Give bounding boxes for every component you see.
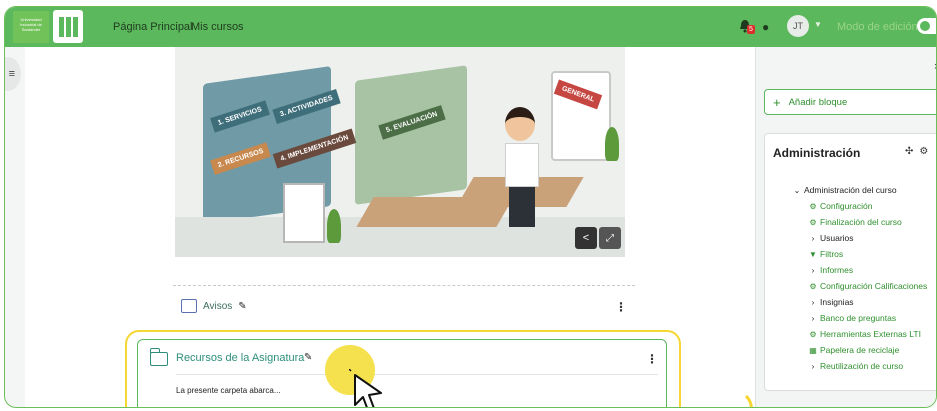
pencil-icon[interactable]: ✎ bbox=[304, 352, 312, 363]
banner-plant bbox=[605, 127, 619, 161]
section-divider bbox=[173, 285, 635, 286]
cursor-arrow-icon bbox=[349, 369, 382, 407]
notification-badge: 5 bbox=[747, 25, 755, 34]
admin-item-insignias[interactable]: › Insignias bbox=[793, 294, 927, 310]
filter-icon: ▼ bbox=[809, 249, 817, 259]
chevron-right-icon: › bbox=[811, 297, 815, 307]
admin-item-configuracion[interactable]: ⚙ Configuración bbox=[793, 198, 927, 214]
course-banner-image: 1. SERVICIOS 2. RECURSOS 3. ACTIVIDADES … bbox=[175, 47, 625, 257]
user-avatar[interactable]: JT bbox=[787, 15, 809, 37]
expand-icon[interactable]: ⤢ bbox=[599, 227, 621, 249]
uis-logo-mark bbox=[58, 16, 78, 37]
chevron-down-icon: ⌄ bbox=[793, 185, 801, 195]
share-icon[interactable]: < bbox=[575, 227, 597, 249]
banner-character bbox=[505, 107, 539, 227]
banner-panel bbox=[355, 65, 467, 205]
resource-title-link[interactable]: Recursos de la Asignatura bbox=[176, 352, 304, 364]
admin-item-usuarios[interactable]: › Usuarios bbox=[793, 230, 927, 246]
university-logo-text[interactable]: Universidad Industrial de Santander bbox=[13, 11, 49, 43]
course-index-toggle[interactable]: ≡ bbox=[5, 57, 21, 91]
gear-icon: ⚙ bbox=[809, 281, 817, 291]
menu-icon: ≡ bbox=[8, 68, 15, 80]
admin-item-course-admin[interactable]: ⌄ Administración del curso bbox=[793, 182, 927, 198]
admin-item-banco-preguntas[interactable]: › Banco de preguntas bbox=[793, 310, 927, 326]
admin-item-informes[interactable]: › Informes bbox=[793, 262, 927, 278]
uis-logo[interactable] bbox=[53, 10, 83, 43]
banner-plant bbox=[327, 209, 341, 243]
trash-icon: ▦ bbox=[809, 345, 817, 355]
chat-icon[interactable]: ● bbox=[762, 20, 769, 34]
edit-mode-toggle[interactable] bbox=[917, 18, 936, 34]
pencil-icon[interactable]: ✎ bbox=[238, 301, 246, 312]
edit-mode-label: Modo de edición bbox=[837, 21, 918, 33]
add-block-label: Añadir bloque bbox=[788, 96, 848, 108]
chevron-down-icon[interactable]: ▼ bbox=[814, 20, 822, 29]
banner-chart-board bbox=[283, 183, 325, 243]
admin-item-herramientas-lti[interactable]: ⚙ Herramientas Externas LTI bbox=[793, 326, 927, 342]
administration-block: Administración ✣ ⚙ ⌄ ⌄Administración del… bbox=[764, 133, 936, 391]
plus-icon: + bbox=[773, 94, 781, 110]
admin-item-papelera[interactable]: ▦ Papelera de reciclaje bbox=[793, 342, 927, 358]
nav-home-link[interactable]: Página Principal bbox=[113, 21, 193, 33]
folder-icon bbox=[150, 348, 168, 366]
chevron-right-icon: › bbox=[811, 233, 815, 243]
top-navbar: Universidad Industrial de Santander Pági… bbox=[5, 7, 936, 47]
activity-avisos-link[interactable]: Avisos bbox=[203, 301, 232, 312]
chevron-right-icon: › bbox=[811, 265, 815, 275]
block-drawer: × + Añadir bloque Administración ✣ ⚙ ⌄ ⌄… bbox=[755, 47, 936, 407]
block-tools: ✣ ⚙ ⌄ bbox=[905, 146, 936, 157]
admin-item-filtros[interactable]: ▼ Filtros bbox=[793, 246, 927, 262]
gear-icon: ⚙ bbox=[809, 201, 817, 211]
decorative-arc bbox=[713, 389, 753, 407]
kebab-menu-icon[interactable]: ⋮ bbox=[615, 300, 627, 314]
gear-icon: ⚙ bbox=[809, 217, 817, 227]
chevron-right-icon: › bbox=[811, 313, 815, 323]
course-content: 1. SERVICIOS 2. RECURSOS 3. ACTIVIDADES … bbox=[25, 47, 755, 407]
forum-icon bbox=[181, 299, 197, 313]
admin-item-finalizacion[interactable]: ⚙ Finalización del curso bbox=[793, 214, 927, 230]
resource-divider bbox=[176, 374, 658, 375]
chevron-right-icon: › bbox=[811, 361, 815, 371]
activity-avisos[interactable]: Avisos ✎ bbox=[181, 299, 247, 313]
kebab-menu-icon[interactable]: ⋮ bbox=[646, 352, 658, 366]
browser-frame: Universidad Industrial de Santander Pági… bbox=[4, 6, 937, 408]
nav-my-courses-link[interactable]: Mis cursos bbox=[191, 21, 244, 33]
add-block-button[interactable]: + Añadir bloque bbox=[764, 89, 936, 115]
move-icon[interactable]: ✣ bbox=[905, 146, 913, 157]
admin-item-calificaciones[interactable]: ⚙ Configuración Calificaciones bbox=[793, 278, 927, 294]
gear-icon: ⚙ bbox=[809, 329, 817, 339]
admin-item-reutilizacion[interactable]: › Reutilización de curso bbox=[793, 358, 927, 374]
activity-resource-card[interactable]: Recursos de la Asignatura ✎ ⋮ La present… bbox=[137, 339, 667, 407]
admin-tree: ⌄ Administración del curso ⚙ Configuración… bbox=[793, 182, 928, 374]
administration-title: Administración bbox=[773, 146, 861, 160]
resource-description: La presente carpeta abarca... bbox=[176, 386, 281, 395]
gear-icon[interactable]: ⚙ bbox=[919, 146, 928, 157]
